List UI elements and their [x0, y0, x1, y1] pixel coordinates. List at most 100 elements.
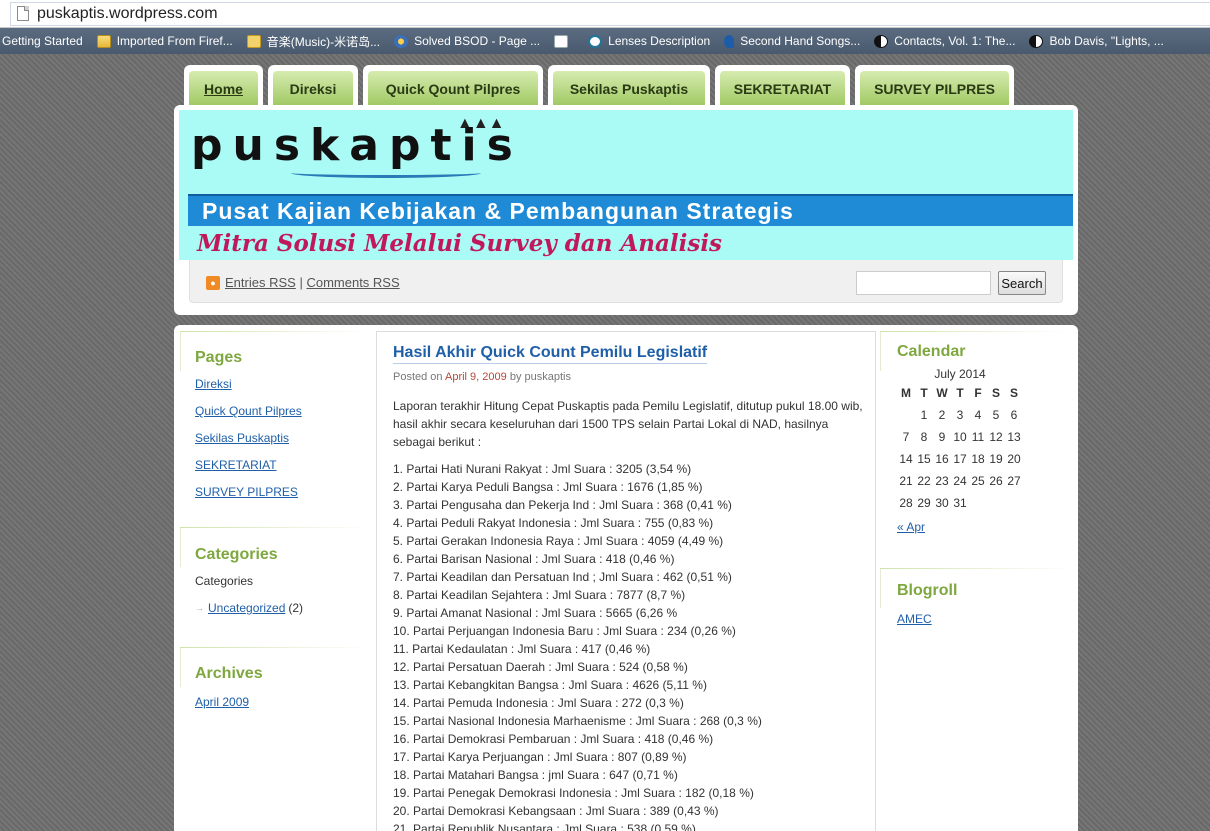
calendar-day: 1	[920, 408, 928, 422]
address-bar[interactable]: puskaptis.wordpress.com	[0, 0, 1210, 28]
post-title[interactable]: Hasil Akhir Quick Count Pemilu Legislati…	[393, 344, 708, 364]
calendar-weekday: T	[956, 386, 964, 400]
category-link-uncategorized[interactable]: Uncategorized	[208, 601, 285, 615]
tab-survey-pilpres[interactable]: SURVEY PILPRES	[855, 65, 1014, 107]
widget-corner	[180, 527, 192, 567]
calendar-day: 18	[971, 452, 985, 466]
widget-divider	[180, 331, 370, 332]
calendar-day	[987, 492, 1005, 514]
bookmark-item[interactable]: Getting Started	[2, 34, 83, 48]
post-intro: Laporan terakhir Hitung Cepat Puskaptis …	[393, 399, 863, 449]
bookmark-item[interactable]: Imported From Firef...	[96, 34, 233, 48]
post-meta-prefix: Posted on	[393, 371, 443, 383]
tab-quick-qount-pilpres[interactable]: Quick Qount Pilpres	[363, 65, 543, 107]
url-field[interactable]: puskaptis.wordpress.com	[10, 1, 1210, 26]
archives-title: Archives	[195, 665, 263, 682]
list-item: 9. Partai Amanat Nasional : Jml Suara : …	[393, 606, 678, 620]
calendar-day: 5	[992, 408, 1000, 422]
calendar-day	[969, 492, 987, 514]
calendar-title: Calendar	[897, 343, 966, 360]
banner-title: Pusat Kajian Kebijakan & Pembangunan Str…	[188, 194, 1073, 226]
calendar-day: 13	[1007, 430, 1021, 444]
results-list: 1. Partai Hati Nurani Rakyat : Jml Suara…	[393, 460, 762, 831]
bookmark-item[interactable]: Contacts, Vol. 1: The...	[874, 34, 1015, 48]
calendar-day: 23	[935, 474, 949, 488]
calendar-prev-link[interactable]: « Apr	[897, 520, 1023, 534]
calendar-day: 3	[956, 408, 964, 422]
tab-survey-label: SURVEY PILPRES	[860, 71, 1009, 107]
bsod-icon	[394, 34, 409, 48]
bookmark-item[interactable]: Solved BSOD - Page ...	[394, 34, 540, 48]
bookmark-label: 音楽(Music)-米诺岛...	[266, 34, 381, 49]
widget-divider	[180, 647, 370, 648]
page-link-sekilas[interactable]: Sekilas Puskaptis	[195, 431, 302, 445]
comments-rss-link[interactable]: Comments RSS	[306, 275, 399, 290]
archive-link-april-2009[interactable]: April 2009	[195, 695, 263, 709]
rss-links: Entries RSS | Comments RSS	[225, 275, 400, 290]
rss-separator: |	[299, 275, 303, 290]
list-item: 18. Partai Matahari Bangsa : jml Suara :…	[393, 768, 678, 782]
calendar-day: 15	[917, 452, 931, 466]
calendar-day: 29	[917, 496, 931, 510]
list-item: 21. Partai Republik Nusantara : Jml Suar…	[393, 822, 696, 831]
tab-sekretariat[interactable]: SEKRETARIAT	[715, 65, 850, 107]
bookmark-item[interactable]: Lenses Description	[588, 34, 710, 48]
tab-home[interactable]: Home	[184, 65, 263, 107]
categories-title: Categories	[195, 546, 278, 563]
list-item: 1. Partai Hati Nurani Rakyat : Jml Suara…	[393, 462, 692, 476]
calendar-weekday: F	[974, 386, 982, 400]
list-item: 8. Partai Keadilan Sejahtera : Jml Suara…	[393, 588, 686, 602]
header: ▲▲▲ puskaptis Pusat Kajian Kebijakan & P…	[174, 105, 1078, 315]
widget-divider	[180, 527, 370, 528]
post-author-link[interactable]: puskaptis	[525, 371, 571, 383]
bookmark-item[interactable]	[554, 34, 574, 48]
calendar-caption: July 2014	[934, 367, 986, 381]
page-link-survey[interactable]: SURVEY PILPRES	[195, 485, 302, 499]
bookmark-label: Bob Davis, "Lights, ...	[1049, 34, 1164, 48]
yinyang-icon	[1029, 34, 1044, 48]
bookmark-item[interactable]: Bob Davis, "Lights, ...	[1029, 34, 1164, 48]
calendar-day: 19	[989, 452, 1003, 466]
tab-sekilas-label: Sekilas Puskaptis	[553, 71, 705, 107]
tab-direksi[interactable]: Direksi	[268, 65, 358, 107]
page-link-quick-qount[interactable]: Quick Qount Pilpres	[195, 404, 302, 418]
site-banner[interactable]: ▲▲▲ puskaptis Pusat Kajian Kebijakan & P…	[179, 110, 1073, 260]
wordpress-icon	[588, 34, 603, 48]
post-date-link[interactable]: April 9, 2009	[445, 371, 507, 383]
page-link-direksi[interactable]: Direksi	[195, 377, 302, 391]
list-item: 16. Partai Demokrasi Pembaruan : Jml Sua…	[393, 732, 714, 746]
calendar-day: 22	[917, 474, 931, 488]
entries-rss-link[interactable]: Entries RSS	[225, 275, 296, 290]
bookmark-item[interactable]: 音楽(Music)-米诺岛...	[246, 33, 381, 50]
page-link-sekretariat[interactable]: SEKRETARIAT	[195, 458, 302, 472]
search-button[interactable]: Search	[998, 271, 1046, 295]
widget-corner	[880, 331, 892, 371]
search-input[interactable]	[856, 271, 991, 295]
bookmark-item[interactable]: Second Hand Songs...	[724, 34, 860, 48]
bookmark-label: Lenses Description	[608, 34, 711, 48]
tab-sekretariat-label: SEKRETARIAT	[720, 71, 845, 107]
list-item: 3. Partai Pengusaha dan Pekerja Ind : Jm…	[393, 498, 732, 512]
calendar-day: 4	[974, 408, 982, 422]
category-item: → Uncategorized (2)	[195, 601, 303, 615]
tab-sekilas-puskaptis[interactable]: Sekilas Puskaptis	[548, 65, 710, 107]
calendar-day: 7	[902, 430, 910, 444]
bookmark-label: Second Hand Songs...	[740, 34, 861, 48]
calendar-widget: Calendar July 2014 M T W T F S S 1 2 3 4 5 6 7 8 9 10 11 1…	[897, 343, 1023, 534]
list-item: 2. Partai Karya Peduli Bangsa : Jml Suar…	[393, 480, 703, 494]
rss-icon: ●	[206, 276, 220, 290]
calendar-weekday: M	[901, 386, 911, 400]
list-item: 20. Partai Demokrasi Kebangsaan : Jml Su…	[393, 804, 719, 818]
calendar-day: 14	[899, 452, 913, 466]
calendar-weekday: T	[920, 386, 928, 400]
calendar-day: 17	[953, 452, 967, 466]
list-item: 12. Partai Persatuan Daerah : Jml Suara …	[393, 660, 688, 674]
calendar-weekday: S	[991, 386, 1000, 400]
calendar-day: 16	[935, 452, 949, 466]
calendar-day: 2	[938, 408, 946, 422]
blogroll-link-amec[interactable]: AMEC	[897, 612, 957, 626]
list-item: 5. Partai Gerakan Indonesia Raya : Jml S…	[393, 534, 724, 548]
calendar-day: 25	[971, 474, 985, 488]
calendar-day: 21	[899, 474, 913, 488]
calendar-day: 26	[989, 474, 1003, 488]
